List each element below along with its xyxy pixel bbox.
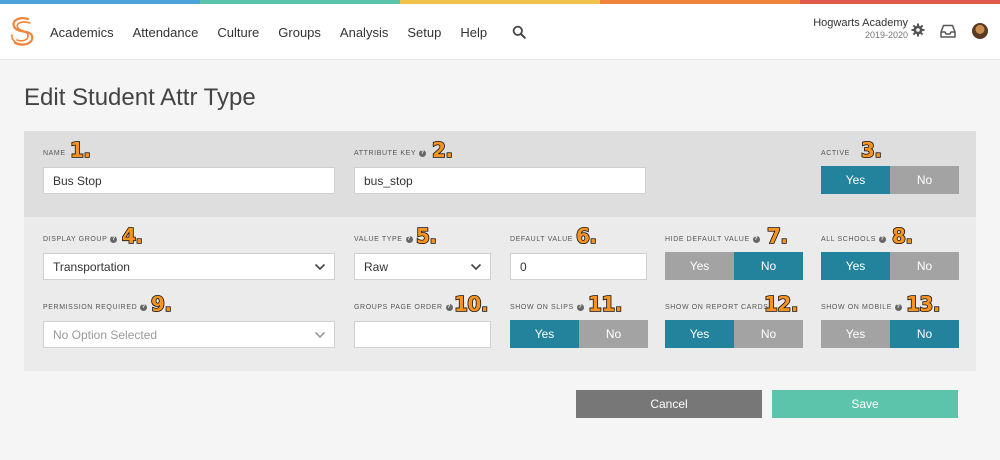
show-on-report-cards-yes-option[interactable]: Yes: [665, 320, 734, 348]
groups-page-order-label-text: GROUPS PAGE ORDER: [354, 304, 443, 311]
help-icon[interactable]: ?: [576, 304, 584, 311]
nav-item-attendance[interactable]: Attendance: [133, 25, 199, 40]
show-on-report-cards-toggle: Yes No: [665, 320, 803, 348]
nav-item-groups[interactable]: Groups: [278, 25, 321, 40]
display-group-label: DISPLAY GROUP?: [43, 236, 118, 243]
default-value-label: DEFAULT VALUE: [510, 236, 573, 243]
groups-page-order-label: GROUPS PAGE ORDER?: [354, 304, 453, 311]
show-on-report-cards-label-text: SHOW ON REPORT CARDS: [665, 304, 769, 311]
annotation-badge-6: 6.: [575, 223, 598, 249]
show-on-mobile-yes-option[interactable]: Yes: [821, 320, 890, 348]
school-name: Hogwarts Academy: [813, 17, 908, 29]
avatar[interactable]: [972, 23, 988, 39]
show-on-report-cards-no-option[interactable]: No: [734, 320, 803, 348]
show-on-slips-toggle: Yes No: [510, 320, 648, 348]
hide-default-value-yes-option[interactable]: Yes: [665, 252, 734, 280]
value-type-label-text: VALUE TYPE: [354, 236, 403, 243]
annotation-badge-7: 7.: [766, 223, 789, 249]
help-icon[interactable]: ?: [110, 236, 118, 243]
show-on-slips-label: SHOW ON SLIPS?: [510, 304, 584, 311]
logo-icon[interactable]: [6, 14, 38, 48]
save-button[interactable]: Save: [772, 390, 958, 418]
annotation-badge-2: 2.: [431, 137, 454, 163]
all-schools-no-option[interactable]: No: [890, 252, 959, 280]
nav-menu: Academics Attendance Culture Groups Anal…: [50, 4, 526, 60]
default-value-label-text: DEFAULT VALUE: [510, 236, 574, 243]
top-navbar: Academics Attendance Culture Groups Anal…: [0, 4, 1000, 60]
school-selector[interactable]: Hogwarts Academy 2019-2020: [813, 17, 908, 40]
nav-item-help[interactable]: Help: [460, 25, 487, 40]
hide-default-value-label-text: HIDE DEFAULT VALUE: [665, 236, 750, 243]
annotation-badge-10: 10.: [453, 291, 489, 317]
value-type-label: VALUE TYPE?: [354, 236, 413, 243]
active-no-option[interactable]: No: [890, 166, 959, 194]
annotation-badge-9: 9.: [150, 291, 173, 317]
name-label-text: NAME: [43, 150, 66, 157]
annotation-badge-5: 5.: [415, 223, 438, 249]
show-on-report-cards-label: SHOW ON REPORT CARDS: [665, 304, 769, 311]
attribute-key-label-text: ATTRIBUTE KEY: [354, 150, 417, 157]
show-on-mobile-no-option[interactable]: No: [890, 320, 959, 348]
show-on-slips-label-text: SHOW ON SLIPS: [510, 304, 574, 311]
annotation-badge-3: 3.: [860, 137, 883, 163]
show-on-mobile-toggle: Yes No: [821, 320, 959, 348]
help-icon[interactable]: ?: [140, 304, 148, 311]
permission-required-placeholder: No Option Selected: [53, 327, 158, 342]
annotation-badge-4: 4.: [121, 223, 144, 249]
chevron-down-icon: [470, 263, 482, 271]
hide-default-value-label: HIDE DEFAULT VALUE?: [665, 236, 760, 243]
hide-default-value-toggle: Yes No: [665, 252, 803, 280]
help-icon[interactable]: ?: [419, 150, 427, 157]
all-schools-toggle: Yes No: [821, 252, 959, 280]
name-field[interactable]: Bus Stop: [43, 167, 335, 194]
cancel-button[interactable]: Cancel: [576, 390, 762, 418]
help-icon[interactable]: ?: [895, 304, 903, 311]
gear-icon[interactable]: [911, 23, 925, 37]
default-value-field[interactable]: 0: [510, 253, 647, 280]
help-icon[interactable]: ?: [752, 236, 760, 243]
annotation-badge-11: 11.: [587, 291, 623, 317]
nav-item-setup[interactable]: Setup: [407, 25, 441, 40]
show-on-slips-yes-option[interactable]: Yes: [510, 320, 579, 348]
annotation-badge-1: 1.: [69, 137, 92, 163]
value-type-value: Raw: [364, 259, 389, 274]
show-on-mobile-label: SHOW ON MOBILE?: [821, 304, 903, 311]
chevron-down-icon: [314, 331, 326, 339]
annotation-badge-13: 13.: [905, 291, 941, 317]
display-group-select[interactable]: Transportation: [43, 253, 335, 280]
hide-default-value-no-option[interactable]: No: [734, 252, 803, 280]
page-title: Edit Student Attr Type: [24, 84, 256, 111]
permission-required-label-text: PERMISSION REQUIRED: [43, 304, 138, 311]
all-schools-yes-option[interactable]: Yes: [821, 252, 890, 280]
active-yes-option[interactable]: Yes: [821, 166, 890, 194]
active-label: ACTIVE: [821, 150, 850, 157]
chevron-down-icon: [314, 263, 326, 271]
permission-required-label: PERMISSION REQUIRED?: [43, 304, 148, 311]
groups-page-order-field[interactable]: [354, 321, 491, 348]
name-label: NAME: [43, 150, 66, 157]
display-group-value: Transportation: [53, 259, 130, 274]
attribute-key-field[interactable]: bus_stop: [354, 167, 646, 194]
all-schools-label: ALL SCHOOLS?: [821, 236, 886, 243]
show-on-slips-no-option[interactable]: No: [579, 320, 648, 348]
show-on-mobile-label-text: SHOW ON MOBILE: [821, 304, 893, 311]
display-group-label-text: DISPLAY GROUP: [43, 236, 108, 243]
permission-required-select[interactable]: No Option Selected: [43, 321, 335, 348]
nav-item-culture[interactable]: Culture: [217, 25, 259, 40]
attribute-key-label: ATTRIBUTE KEY?: [354, 150, 427, 157]
annotation-badge-8: 8.: [891, 223, 914, 249]
value-type-select[interactable]: Raw: [354, 253, 491, 280]
nav-item-analysis[interactable]: Analysis: [340, 25, 388, 40]
active-toggle: Yes No: [821, 166, 959, 194]
search-icon[interactable]: [512, 25, 526, 39]
school-year: 2019-2020: [864, 30, 908, 40]
inbox-icon[interactable]: [940, 24, 956, 38]
help-icon[interactable]: ?: [405, 236, 413, 243]
nav-item-academics[interactable]: Academics: [50, 25, 114, 40]
annotation-badge-12: 12.: [763, 291, 799, 317]
help-icon[interactable]: ?: [878, 236, 886, 243]
active-label-text: ACTIVE: [821, 150, 850, 157]
help-icon[interactable]: ?: [445, 304, 453, 311]
all-schools-label-text: ALL SCHOOLS: [821, 236, 876, 243]
